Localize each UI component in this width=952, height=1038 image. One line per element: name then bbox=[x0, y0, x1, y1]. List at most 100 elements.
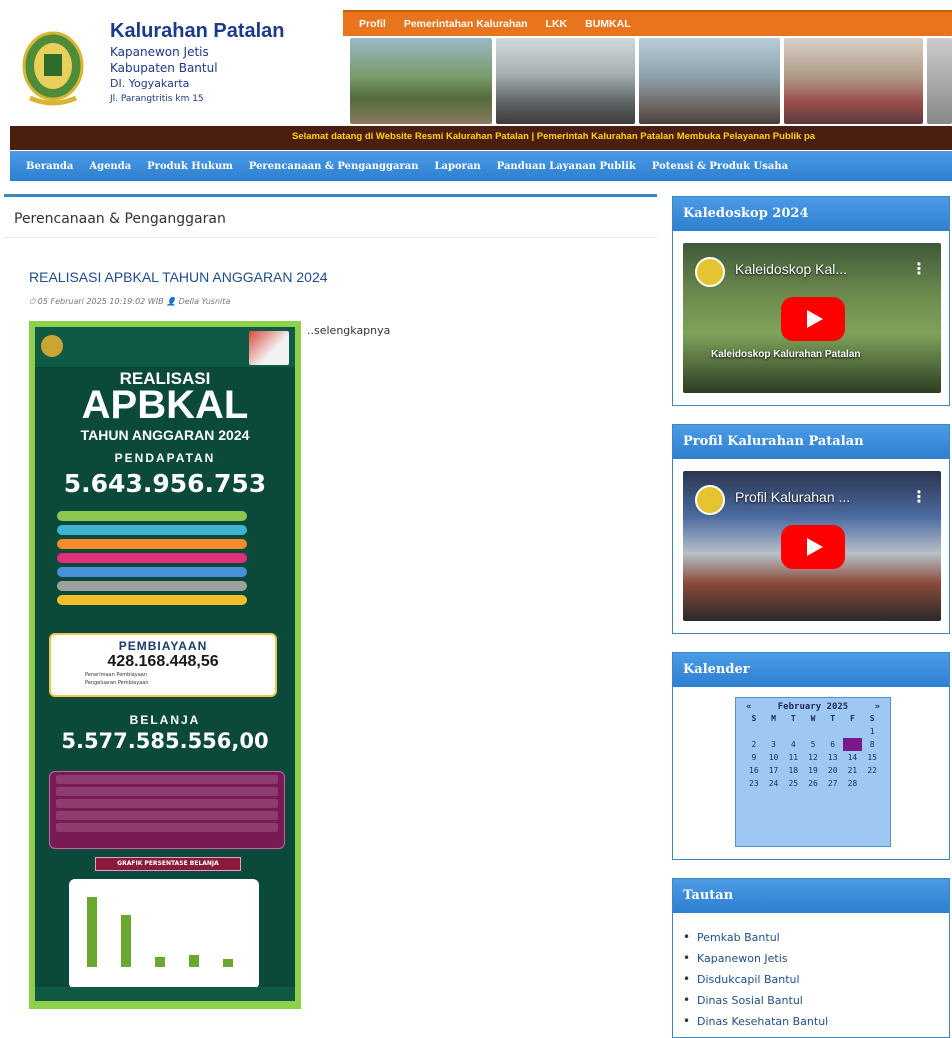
calendar-day[interactable]: 20 bbox=[823, 764, 843, 777]
ticker-text[interactable]: Selamat datang di Website Resmi Kaluraha… bbox=[292, 131, 815, 142]
calendar-day[interactable]: 1 bbox=[862, 725, 882, 738]
calendar-day bbox=[823, 725, 843, 738]
nav-produk-hukum[interactable]: Produk Hukum bbox=[147, 161, 233, 172]
widget-tautan-title: Tautan bbox=[673, 879, 949, 913]
calendar-day[interactable]: 2 bbox=[744, 738, 764, 751]
kaleidoskop-video[interactable]: Kaleidoskop Kal... ⋮ Kaleidoskop Kalurah… bbox=[683, 243, 941, 393]
calendar-prev-button[interactable]: « bbox=[746, 702, 751, 712]
tautan-item[interactable]: Pemkab Bantul bbox=[683, 927, 949, 948]
calendar-day bbox=[803, 725, 823, 738]
calendar-day[interactable]: 15 bbox=[862, 751, 882, 764]
more-options-icon[interactable]: ⋮ bbox=[911, 259, 927, 278]
tautan-link[interactable]: Pemkab Bantul bbox=[697, 931, 780, 944]
video-title[interactable]: Kaleidoskop Kal... bbox=[735, 261, 847, 277]
infographic-image[interactable]: REALISASI APBKAL TAHUN ANGGARAN 2024 PEN… bbox=[29, 321, 301, 1009]
topmenu-pemerintahan[interactable]: Pemerintahan Kalurahan bbox=[404, 18, 528, 30]
calendar-day[interactable]: 28 bbox=[843, 777, 863, 790]
calendar-day[interactable]: 6 bbox=[823, 738, 843, 751]
tautan-item[interactable]: Dinas Kesehatan Bantul bbox=[683, 1011, 949, 1032]
read-more-link[interactable]: ..selengkapnya bbox=[307, 324, 390, 337]
poster-income-bars bbox=[57, 511, 257, 609]
tautan-link[interactable]: Kapanewon Jetis bbox=[697, 952, 788, 965]
poster-belanja-row bbox=[56, 823, 278, 832]
calendar-day[interactable]: 7 bbox=[842, 738, 863, 751]
calendar-day bbox=[783, 725, 803, 738]
calendar-day[interactable]: 11 bbox=[783, 751, 803, 764]
poster-belanja-row bbox=[56, 811, 278, 820]
site-title[interactable]: Kalurahan Patalan bbox=[110, 20, 285, 43]
tautan-item[interactable]: Kapanewon Jetis bbox=[683, 948, 949, 969]
poster-apbkal: APBKAL bbox=[81, 383, 249, 427]
nav-laporan[interactable]: Laporan bbox=[435, 161, 481, 172]
poster-grafik-label: GRAFIK PERSENTASE BELANJA bbox=[95, 857, 241, 871]
calendar-day[interactable]: 10 bbox=[764, 751, 784, 764]
header-photo-hall bbox=[639, 38, 781, 124]
poster-tahun: TAHUN ANGGARAN 2024 bbox=[80, 427, 250, 443]
channel-logo-icon[interactable] bbox=[695, 257, 725, 287]
poster-logo-icon bbox=[41, 335, 63, 357]
widget-tautan: Tautan Pemkab Bantul Kapanewon Jetis Dis… bbox=[672, 878, 950, 1038]
main-navigation: Beranda Agenda Produk Hukum Perencanaan … bbox=[10, 151, 952, 181]
poster-bar bbox=[57, 539, 247, 549]
calendar-day[interactable]: 17 bbox=[764, 764, 784, 777]
calendar-day[interactable]: 3 bbox=[764, 738, 784, 751]
calendar: « February 2025 » S M T W T F S 1 2 3 4 5 6 7 8 9 10 11 12… bbox=[735, 697, 891, 847]
site-subtitle-province: DI. Yogyakarta bbox=[110, 77, 190, 90]
calendar-day[interactable]: 24 bbox=[764, 777, 784, 790]
poster-penerimaan-label: Penerimaan Pembiayaan bbox=[85, 672, 148, 678]
calendar-day[interactable]: 5 bbox=[803, 738, 823, 751]
tautan-item[interactable]: Dinas Sosial Bantul bbox=[683, 990, 949, 1011]
calendar-next-button[interactable]: » bbox=[875, 702, 880, 712]
poster-belanja-list bbox=[49, 771, 285, 849]
topmenu-lkk[interactable]: LKK bbox=[546, 18, 568, 30]
calendar-day[interactable]: 27 bbox=[823, 777, 843, 790]
tautan-link[interactable]: Dinas Sosial Bantul bbox=[697, 994, 803, 1007]
poster-pembiayaan-label: PEMBIAYAAN bbox=[118, 639, 208, 653]
calendar-dow: F bbox=[850, 714, 855, 723]
nav-panduan[interactable]: Panduan Layanan Publik bbox=[497, 161, 636, 172]
calendar-day[interactable]: 25 bbox=[783, 777, 803, 790]
poster-bar bbox=[57, 511, 247, 521]
calendar-day[interactable]: 16 bbox=[744, 764, 764, 777]
more-options-icon[interactable]: ⋮ bbox=[911, 487, 927, 506]
video-title[interactable]: Profil Kalurahan ... bbox=[735, 489, 850, 505]
channel-logo-icon[interactable] bbox=[695, 485, 725, 515]
profil-video[interactable]: Profil Kalurahan ... ⋮ bbox=[683, 471, 941, 621]
calendar-day[interactable]: 14 bbox=[843, 751, 863, 764]
topmenu-profil[interactable]: Profil bbox=[359, 18, 386, 30]
play-button-icon[interactable] bbox=[781, 297, 845, 341]
calendar-day[interactable]: 21 bbox=[843, 764, 863, 777]
calendar-day[interactable]: 9 bbox=[744, 751, 764, 764]
nav-potensi[interactable]: Potensi & Produk Usaha bbox=[652, 161, 788, 172]
calendar-day[interactable]: 22 bbox=[862, 764, 882, 777]
calendar-day[interactable]: 4 bbox=[783, 738, 803, 751]
calendar-day[interactable]: 8 bbox=[862, 738, 882, 751]
site-title-block[interactable]: Kalurahan Patalan Kapanewon Jetis Kabupa… bbox=[110, 20, 285, 104]
tautan-list: Pemkab Bantul Kapanewon Jetis Disdukcapi… bbox=[673, 913, 949, 1032]
play-button-icon[interactable] bbox=[781, 525, 845, 569]
calendar-dow: S bbox=[869, 714, 875, 723]
calendar-day[interactable]: 12 bbox=[803, 751, 823, 764]
calendar-day bbox=[862, 777, 882, 790]
calendar-day[interactable]: 18 bbox=[783, 764, 803, 777]
topmenu-bumkal[interactable]: BUMKAL bbox=[585, 18, 631, 30]
nav-beranda[interactable]: Beranda bbox=[26, 161, 73, 172]
tautan-item[interactable]: Disdukcapil Bantul bbox=[683, 969, 949, 990]
poster-grafik bbox=[69, 879, 259, 989]
nav-perencanaan[interactable]: Perencanaan & Penganggaran bbox=[249, 161, 419, 172]
calendar-day[interactable]: 23 bbox=[744, 777, 764, 790]
calendar-day[interactable]: 19 bbox=[803, 764, 823, 777]
tautan-link[interactable]: Dinas Kesehatan Bantul bbox=[697, 1015, 828, 1028]
header-photo-meeting bbox=[496, 38, 636, 124]
tautan-link[interactable]: Disdukcapil Bantul bbox=[697, 973, 800, 986]
calendar-day[interactable]: 13 bbox=[823, 751, 843, 764]
calendar-dow: T bbox=[790, 714, 796, 723]
post-title-link[interactable]: REALISASI APBKAL TAHUN ANGGARAN 2024 bbox=[29, 269, 328, 285]
nav-agenda[interactable]: Agenda bbox=[89, 161, 131, 172]
poster-belanja-row bbox=[56, 787, 278, 796]
poster-pendapatan-label: PENDAPATAN bbox=[114, 451, 216, 465]
kalurahan-logo-icon[interactable] bbox=[22, 28, 84, 110]
site-address: Jl. Parangtritis km 15 bbox=[110, 94, 204, 104]
page-heading: Perencanaan & Penganggaran bbox=[14, 211, 226, 227]
calendar-day[interactable]: 26 bbox=[803, 777, 823, 790]
